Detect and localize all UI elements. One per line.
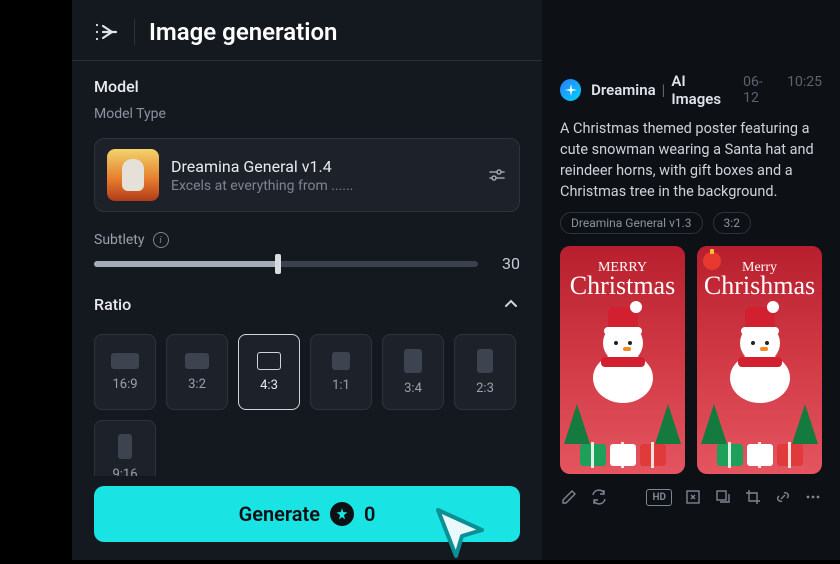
hd-badge[interactable]: HD <box>646 489 672 506</box>
ratio-label: 2:3 <box>476 381 494 396</box>
ratio-label: Ratio <box>94 295 131 314</box>
ratio-label: 3:4 <box>404 381 422 396</box>
model-name: Dreamina General v1.4 <box>171 157 475 176</box>
ratio-label: 3:2 <box>188 377 206 392</box>
ratio-label: 4:3 <box>260 378 278 393</box>
expand-icon[interactable] <box>684 488 702 506</box>
subtlety-slider[interactable] <box>94 261 478 267</box>
more-icon[interactable] <box>804 488 822 506</box>
link-icon[interactable] <box>774 488 792 506</box>
sparkle-icon <box>330 502 354 526</box>
subtlety-value: 30 <box>494 254 520 273</box>
edit-icon[interactable] <box>560 488 578 506</box>
ratio-grid: 16:9 3:2 4:3 1:1 3:4 2:3 9:16 <box>94 334 520 476</box>
model-section-label: Model <box>94 77 520 96</box>
ratio-1-1[interactable]: 1:1 <box>310 334 372 410</box>
model-description: Excels at everything from ...... <box>171 178 475 194</box>
prompt-text: A Christmas themed poster featuring a cu… <box>560 118 822 202</box>
ratio-label: 9:16 <box>112 467 137 476</box>
layers-icon[interactable] <box>714 488 732 506</box>
ratio-16-9[interactable]: 16:9 <box>94 334 156 410</box>
ratio-2-3[interactable]: 2:3 <box>454 334 516 410</box>
generate-button[interactable]: Generate 0 <box>94 486 520 542</box>
collapse-icon[interactable] <box>94 20 120 44</box>
cursor-icon <box>432 504 492 564</box>
output-toolbar: HD <box>560 488 822 506</box>
result-image[interactable]: MerryChrishmas <box>697 246 822 474</box>
chevron-up-icon[interactable] <box>502 295 520 313</box>
brand-label: Dreamina | AI Images <box>591 72 733 108</box>
sliders-icon[interactable] <box>487 165 507 185</box>
ratio-label: 16:9 <box>112 377 137 392</box>
brand-spark-icon <box>560 79 581 101</box>
crop-icon[interactable] <box>744 488 762 506</box>
info-icon[interactable]: i <box>153 232 169 248</box>
ratio-label: 1:1 <box>332 378 350 393</box>
ornament-icon <box>703 252 721 270</box>
output-time: 10:25 <box>787 74 822 106</box>
tag: Dreamina General v1.3 <box>560 212 703 234</box>
refresh-icon[interactable] <box>590 488 608 506</box>
output-date: 06-12 <box>743 74 775 106</box>
ratio-3-4[interactable]: 3:4 <box>382 334 444 410</box>
subtlety-label: Subtlety <box>94 232 145 248</box>
ratio-9-16[interactable]: 9:16 <box>94 420 156 476</box>
model-selector[interactable]: Dreamina General v1.4 Excels at everythi… <box>94 138 520 212</box>
ratio-4-3[interactable]: 4:3 <box>238 334 300 410</box>
divider <box>134 19 135 45</box>
output-tags: Dreamina General v1.3 3:2 <box>560 212 822 234</box>
generate-label: Generate <box>239 502 320 526</box>
model-thumbnail <box>107 149 159 201</box>
tag: 3:2 <box>713 212 751 234</box>
generate-cost: 0 <box>364 502 375 526</box>
page-title: Image generation <box>149 18 337 46</box>
model-type-label: Model Type <box>94 106 520 122</box>
ratio-3-2[interactable]: 3:2 <box>166 334 228 410</box>
result-image[interactable]: MERRYChristmas <box>560 246 685 474</box>
result-grid: MERRYChristmasMerryChrishmas <box>560 246 822 474</box>
